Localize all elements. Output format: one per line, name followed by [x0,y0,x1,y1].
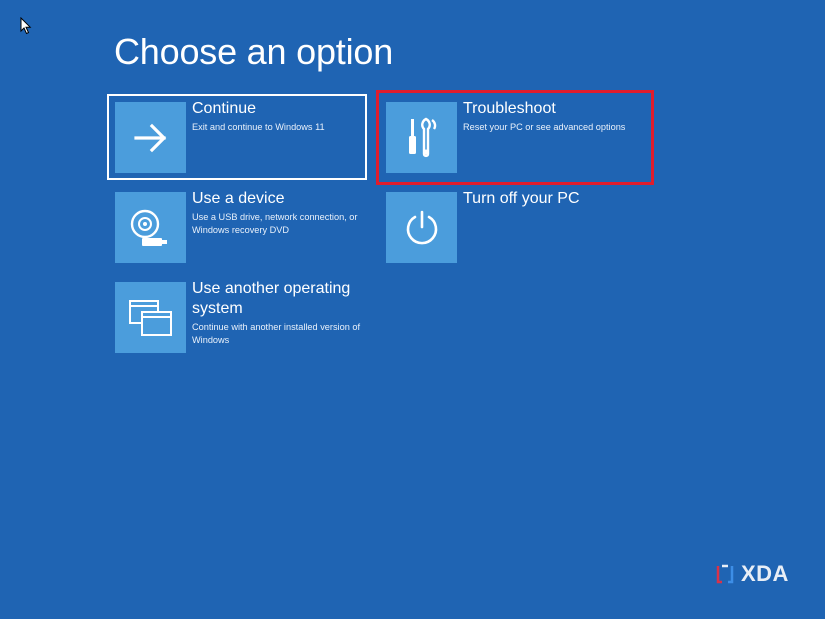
use-a-device-option[interactable]: Use a device Use a USB drive, network co… [108,185,366,269]
turn-off-title: Turn off your PC [463,190,580,207]
turn-off-option[interactable]: Turn off your PC [379,185,637,269]
arrow-right-icon [133,123,166,152]
xda-watermark: XDA [715,561,789,587]
use-a-device-description: Use a USB drive, network connection, or … [192,212,358,235]
continue-option[interactable]: Continue Exit and continue to Windows 11 [107,94,367,180]
troubleshoot-tile [386,102,457,173]
continue-description: Exit and continue to Windows 11 [192,122,325,132]
troubleshoot-title: Troubleshoot [463,100,556,117]
xda-logo-icon [716,564,734,584]
troubleshoot-label: Troubleshoot Reset your PC or see advanc… [463,99,635,134]
turn-off-label: Turn off your PC [463,189,635,211]
tools-icon [408,117,436,157]
mouse-cursor-icon [20,17,32,35]
use-a-device-tile [115,192,186,263]
use-another-os-label: Use another operating system Continue wi… [192,279,364,347]
use-a-device-label: Use a device Use a USB drive, network co… [192,189,364,237]
use-another-os-option[interactable]: Use another operating system Continue wi… [108,275,366,359]
continue-tile [115,102,186,173]
continue-title: Continue [192,100,257,117]
disc-drive-icon [130,209,167,246]
use-another-os-title: Use another operating system [192,280,351,317]
power-icon [406,210,437,244]
use-a-device-title: Use a device [192,190,285,207]
watermark-text: XDA [741,561,789,586]
troubleshoot-option[interactable]: Troubleshoot Reset your PC or see advanc… [379,95,637,179]
troubleshoot-description: Reset your PC or see advanced options [463,122,626,132]
continue-label: Continue Exit and continue to Windows 11 [192,99,364,134]
page-title: Choose an option [114,31,394,72]
turn-off-tile [386,192,457,263]
windows-stack-icon [128,299,172,336]
use-another-os-description: Continue with another installed version … [192,322,361,345]
use-another-os-tile [115,282,186,353]
